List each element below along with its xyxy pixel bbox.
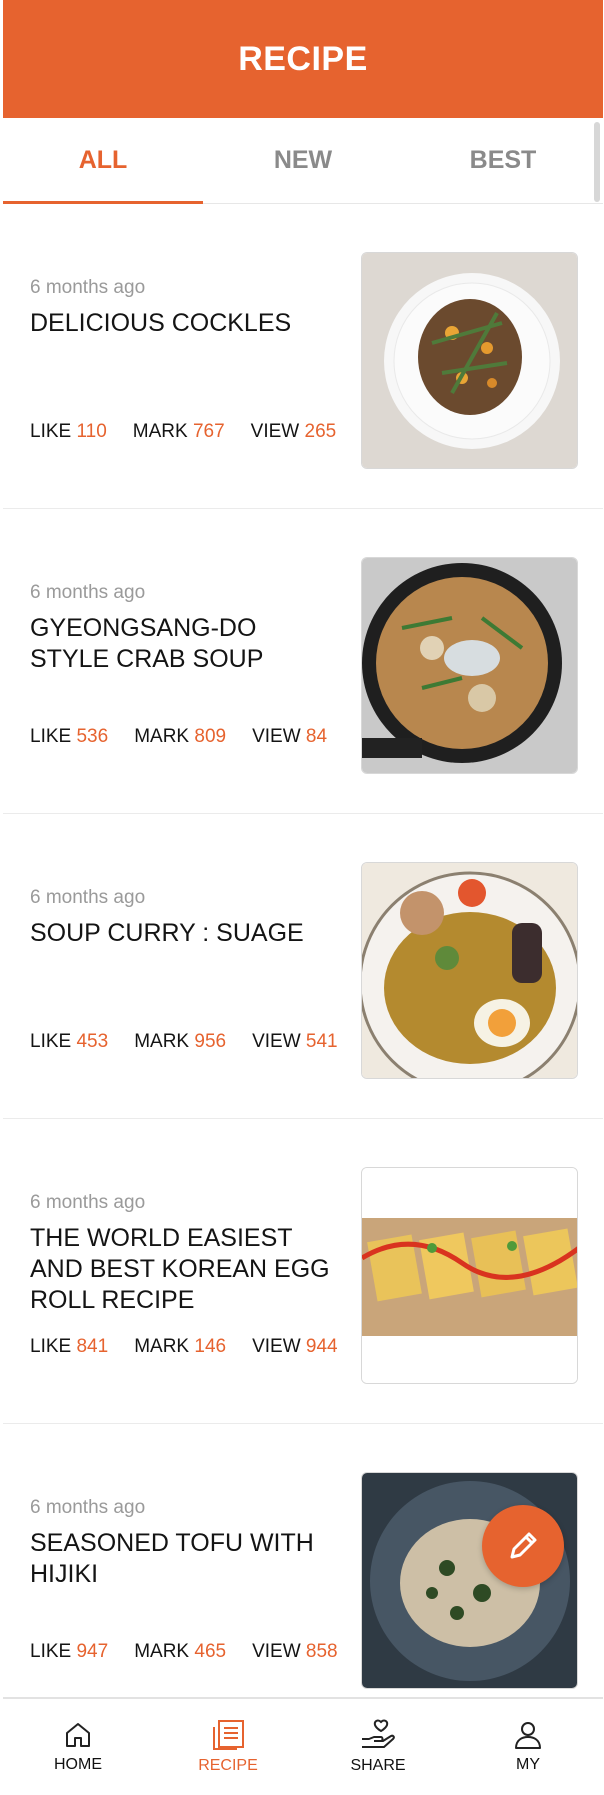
tab-best[interactable]: BEST (403, 118, 603, 203)
tofu-hijiki-photo[interactable] (361, 1472, 578, 1689)
view-label: VIEW (252, 1031, 301, 1052)
mark-count: 465 (194, 1641, 227, 1662)
home-icon (66, 1723, 90, 1747)
recipe-stats: LIKE 110 MARK 767 VIEW 265 (30, 421, 336, 443)
view-stat: VIEW 858 (252, 1641, 338, 1663)
soup-curry-photo[interactable] (361, 862, 578, 1079)
view-count: 541 (305, 1031, 338, 1052)
nav-home-label: HOME (54, 1756, 102, 1773)
mark-stat: MARK 146 (134, 1336, 226, 1358)
like-count: 947 (76, 1641, 109, 1662)
view-label: VIEW (250, 421, 300, 442)
mark-stat: MARK 956 (134, 1031, 226, 1053)
nav-recipe-label: RECIPE (198, 1757, 258, 1774)
mark-stat: MARK 767 (133, 421, 225, 443)
like-stat: LIKE 453 (30, 1031, 108, 1053)
like-count: 110 (76, 421, 107, 442)
mark-count: 809 (194, 726, 227, 747)
cockles-dish-photo[interactable] (361, 252, 578, 469)
like-stat: LIKE 947 (30, 1641, 108, 1663)
like-count: 841 (76, 1336, 109, 1357)
view-label: VIEW (252, 1641, 301, 1662)
recipe-time: 6 months ago (30, 1497, 146, 1518)
nav-my-label: MY (516, 1756, 540, 1773)
mark-count: 956 (194, 1031, 227, 1052)
mark-stat: MARK 465 (134, 1641, 226, 1663)
mark-count: 767 (192, 421, 225, 442)
recipe-stats: LIKE 536 MARK 809 VIEW 84 (30, 726, 327, 748)
view-label: VIEW (252, 726, 301, 747)
pencil-icon (510, 1532, 537, 1559)
mark-label: MARK (134, 1641, 190, 1662)
recipe-stats: LIKE 947 MARK 465 VIEW 858 (30, 1641, 338, 1663)
view-count: 265 (304, 421, 337, 442)
like-count: 536 (76, 726, 109, 747)
egg-roll-photo[interactable] (361, 1167, 578, 1384)
like-count: 453 (76, 1031, 109, 1052)
recipe-stats: LIKE 453 MARK 956 VIEW 541 (30, 1031, 338, 1053)
like-label: LIKE (30, 726, 72, 747)
tab-all[interactable]: ALL (3, 118, 203, 204)
app-header: RECIPE (3, 0, 603, 118)
mark-label: MARK (134, 726, 190, 747)
mark-stat: MARK 809 (134, 726, 226, 748)
view-stat: VIEW 265 (251, 421, 337, 443)
recipe-time: 6 months ago (30, 1192, 146, 1213)
recipe-app: RECIPE ALL NEW BEST 6 months ago DELICIO… (0, 0, 604, 1795)
view-label: VIEW (252, 1336, 301, 1357)
crab-soup-photo[interactable] (361, 557, 578, 774)
view-count: 84 (305, 726, 328, 747)
recipe-title[interactable]: THE WORLD EASIEST AND BEST KOREAN EGG RO… (30, 1223, 330, 1316)
nav-recipe[interactable]: RECIPE (153, 1699, 303, 1795)
bottom-nav: HOME RECIPE SHARE MY (3, 1697, 603, 1795)
share-icon (362, 1719, 395, 1748)
tab-new[interactable]: NEW (203, 118, 403, 203)
nav-share[interactable]: SHARE (303, 1699, 453, 1795)
mark-label: MARK (132, 421, 188, 442)
tab-bar: ALL NEW BEST (3, 118, 603, 204)
nav-home[interactable]: HOME (3, 1699, 153, 1795)
nav-share-label: SHARE (350, 1757, 406, 1774)
like-label: LIKE (30, 1336, 72, 1357)
view-stat: VIEW 541 (252, 1031, 338, 1053)
recipe-title[interactable]: DELICIOUS COCKLES (30, 308, 330, 339)
recipe-title[interactable]: SOUP CURRY : SUAGE (30, 918, 330, 949)
like-stat: LIKE 841 (30, 1336, 108, 1358)
recipe-title[interactable]: SEASONED TOFU WITH HIJIKI (30, 1528, 330, 1590)
user-icon (515, 1722, 541, 1749)
recipe-card[interactable]: 6 months ago GYEONGSANG-DO STYLE CRAB SO… (3, 509, 603, 814)
recipe-card[interactable]: 6 months ago SOUP CURRY : SUAGE LIKE 453… (3, 814, 603, 1119)
nav-my[interactable]: MY (453, 1699, 603, 1795)
view-count: 944 (305, 1336, 338, 1357)
recipe-time: 6 months ago (30, 582, 146, 603)
recipe-card[interactable]: 6 months ago DELICIOUS COCKLES LIKE 110 … (3, 204, 603, 509)
recipe-title[interactable]: GYEONGSANG-DO STYLE CRAB SOUP (30, 613, 330, 675)
like-label: LIKE (30, 421, 72, 442)
like-label: LIKE (30, 1641, 72, 1662)
view-stat: VIEW 84 (252, 726, 327, 748)
view-count: 858 (305, 1641, 338, 1662)
recipe-stats: LIKE 841 MARK 146 VIEW 944 (30, 1336, 338, 1358)
mark-count: 146 (194, 1336, 227, 1357)
view-stat: VIEW 944 (252, 1336, 338, 1358)
like-label: LIKE (30, 1031, 72, 1052)
like-stat: LIKE 536 (30, 726, 108, 748)
recipe-list: 6 months ago DELICIOUS COCKLES LIKE 110 … (3, 204, 603, 1729)
like-stat: LIKE 110 (30, 421, 107, 443)
recipe-icon (213, 1720, 244, 1750)
mark-label: MARK (134, 1031, 190, 1052)
write-recipe-button[interactable] (482, 1505, 564, 1587)
mark-label: MARK (134, 1336, 190, 1357)
page-title: RECIPE (238, 39, 368, 78)
recipe-time: 6 months ago (30, 887, 146, 908)
recipe-time: 6 months ago (30, 277, 146, 298)
recipe-card[interactable]: 6 months ago THE WORLD EASIEST AND BEST … (3, 1119, 603, 1424)
scrollbar-thumb[interactable] (594, 122, 600, 202)
